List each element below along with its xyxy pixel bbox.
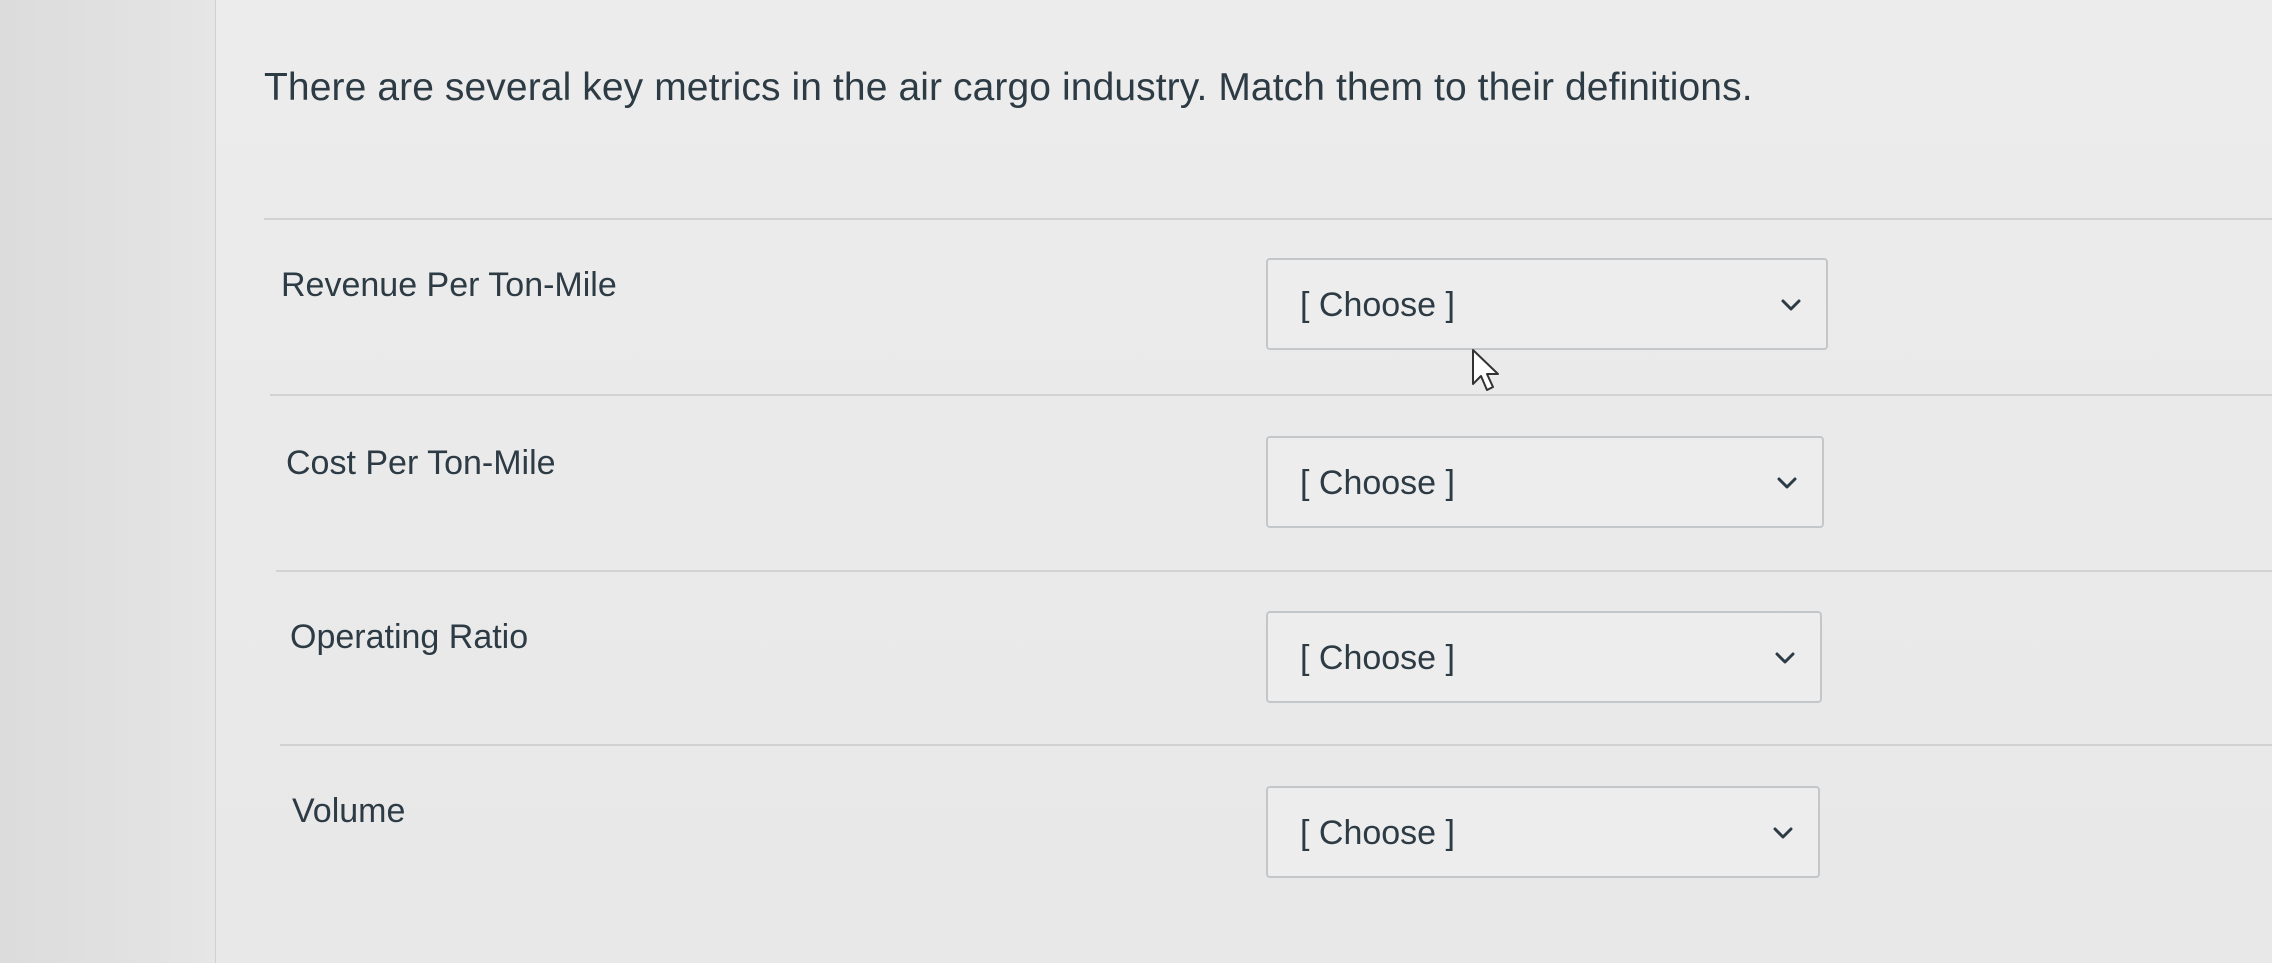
match-label-revenue-per-ton-mile: Revenue Per Ton-Mile bbox=[281, 266, 617, 304]
match-select-operating-ratio[interactable]: [ Choose ] bbox=[1266, 611, 1822, 703]
row-divider bbox=[264, 218, 2272, 220]
chevron-down-icon bbox=[1777, 477, 1797, 489]
select-value: [ Choose ] bbox=[1300, 286, 1455, 324]
match-select-revenue-per-ton-mile[interactable]: [ Choose ] bbox=[1266, 258, 1828, 350]
chevron-down-icon bbox=[1781, 299, 1801, 311]
mouse-cursor-icon bbox=[1472, 349, 1499, 391]
row-divider bbox=[276, 570, 2272, 572]
match-select-volume[interactable]: [ Choose ] bbox=[1266, 786, 1820, 878]
row-divider bbox=[270, 394, 2272, 396]
row-divider bbox=[280, 744, 2272, 746]
select-value: [ Choose ] bbox=[1300, 464, 1455, 502]
select-value: [ Choose ] bbox=[1300, 814, 1455, 852]
match-label-operating-ratio: Operating Ratio bbox=[290, 618, 529, 656]
match-label-volume: Volume bbox=[292, 792, 406, 830]
question-prompt: There are several key metrics in the air… bbox=[264, 66, 1753, 109]
left-gutter bbox=[0, 0, 215, 963]
match-select-cost-per-ton-mile[interactable]: [ Choose ] bbox=[1266, 436, 1824, 528]
select-value: [ Choose ] bbox=[1300, 639, 1455, 677]
chevron-down-icon bbox=[1773, 827, 1793, 839]
match-label-cost-per-ton-mile: Cost Per Ton-Mile bbox=[286, 444, 556, 482]
chevron-down-icon bbox=[1775, 652, 1795, 664]
